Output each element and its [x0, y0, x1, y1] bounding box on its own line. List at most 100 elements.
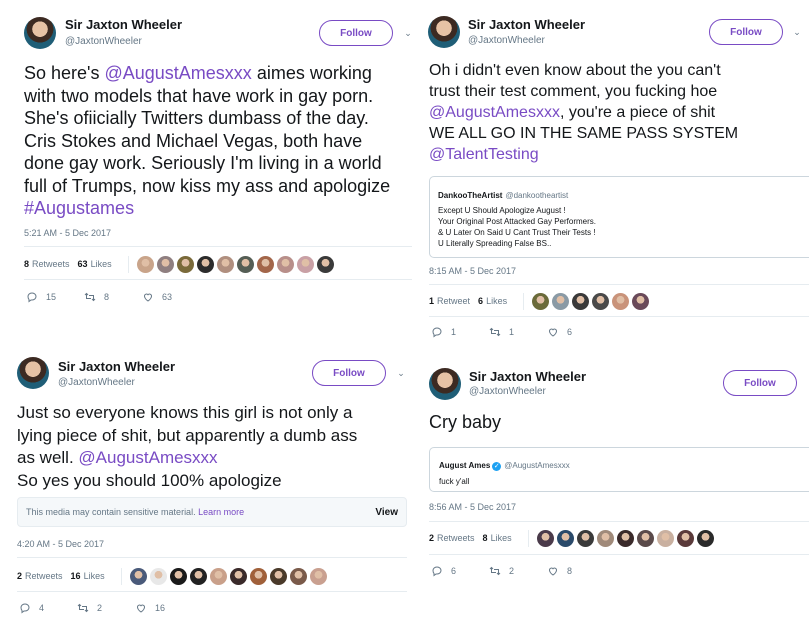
timestamp[interactable]: 5:21 AM - 5 Dec 2017: [24, 228, 111, 238]
like-count[interactable]: 6 Likes: [478, 296, 507, 306]
reply-button[interactable]: 15: [26, 291, 84, 303]
liker-avatar[interactable]: [576, 529, 594, 547]
liker-avatar[interactable]: [616, 529, 634, 547]
liker-avatar[interactable]: [592, 292, 610, 310]
tweet-card: Sir Jaxton Wheeler @JaxtonWheeler Follow…: [0, 346, 415, 617]
retweet-button[interactable]: 2: [489, 565, 547, 577]
liker-avatar[interactable]: [176, 255, 194, 273]
mention-link[interactable]: @AugustAmesxxx: [104, 63, 251, 83]
liker-avatar[interactable]: [632, 292, 650, 310]
liker-avatar[interactable]: [572, 292, 590, 310]
tweet-actions: 6 2 8: [431, 565, 605, 577]
text-segment: Oh i didn't even know about the you can'…: [429, 62, 721, 79]
liker-avatar[interactable]: [309, 567, 327, 585]
follow-button[interactable]: Follow: [312, 360, 386, 386]
liker-avatar[interactable]: [189, 567, 207, 585]
reply-button[interactable]: 1: [431, 326, 489, 338]
avatar[interactable]: [428, 16, 460, 48]
liker-avatar[interactable]: [536, 529, 554, 547]
retweet-button[interactable]: 1: [489, 326, 547, 338]
liker-avatar[interactable]: [289, 567, 307, 585]
text-segment: Cris Stokes and Michael Vegas, both have: [24, 130, 363, 151]
user-name[interactable]: Sir Jaxton Wheeler: [469, 369, 586, 384]
retweet-button[interactable]: 2: [77, 602, 135, 614]
follow-button[interactable]: Follow: [723, 370, 797, 396]
liker-avatar[interactable]: [556, 529, 574, 547]
tweet-text-line: lying piece of shit, but apparently a du…: [17, 425, 357, 448]
liker-avatar[interactable]: [276, 255, 294, 273]
mention-link[interactable]: @AugustAmesxxx: [429, 104, 560, 121]
user-handle[interactable]: @JaxtonWheeler: [58, 377, 135, 388]
like-button[interactable]: 6: [547, 326, 605, 338]
tweet-text: Oh i didn't even know about the you can'…: [429, 60, 738, 165]
like-button[interactable]: 16: [135, 602, 193, 614]
timestamp[interactable]: 8:15 AM - 5 Dec 2017: [429, 266, 516, 276]
liker-avatar[interactable]: [136, 255, 154, 273]
like-count[interactable]: 16 Likes: [71, 571, 105, 581]
liker-avatar[interactable]: [149, 567, 167, 585]
timestamp[interactable]: 4:20 AM - 5 Dec 2017: [17, 539, 104, 549]
user-handle[interactable]: @JaxtonWheeler: [65, 36, 142, 47]
liker-avatar[interactable]: [676, 529, 694, 547]
user-name[interactable]: Sir Jaxton Wheeler: [58, 359, 175, 374]
quoted-tweet[interactable]: August Ames ✓ @AugustAmesxxx fuck y'all: [429, 447, 809, 492]
user-handle[interactable]: @JaxtonWheeler: [469, 386, 546, 397]
liker-avatar[interactable]: [209, 567, 227, 585]
like-count[interactable]: 63 Likes: [78, 259, 112, 269]
user-handle[interactable]: @JaxtonWheeler: [468, 35, 545, 46]
retweet-count[interactable]: 8 Retweets: [24, 259, 70, 269]
liker-avatar[interactable]: [129, 567, 147, 585]
retweet-button[interactable]: 8: [84, 291, 142, 303]
liker-avatar[interactable]: [256, 255, 274, 273]
avatar[interactable]: [17, 357, 49, 389]
liker-avatar[interactable]: [696, 529, 714, 547]
mention-link[interactable]: @AugustAmesxxx: [78, 448, 217, 467]
liker-avatar[interactable]: [156, 255, 174, 273]
mention-link[interactable]: @TalentTesting: [429, 146, 539, 163]
user-name[interactable]: Sir Jaxton Wheeler: [65, 17, 182, 32]
like-button[interactable]: 8: [547, 565, 605, 577]
reply-button[interactable]: 6: [431, 565, 489, 577]
timestamp[interactable]: 8:56 AM - 5 Dec 2017: [429, 502, 516, 512]
liker-avatar[interactable]: [196, 255, 214, 273]
like-count[interactable]: 8 Likes: [483, 533, 512, 543]
liker-avatar[interactable]: [229, 567, 247, 585]
follow-button[interactable]: Follow: [319, 20, 393, 46]
liker-avatar[interactable]: [612, 292, 630, 310]
liker-avatar[interactable]: [636, 529, 654, 547]
liker-avatar[interactable]: [532, 292, 550, 310]
liker-avatar[interactable]: [296, 255, 314, 273]
tweet-text-line: Cry baby: [429, 411, 501, 433]
reply-icon: [19, 602, 31, 614]
liker-avatar[interactable]: [656, 529, 674, 547]
tweet-actions: 1 1 6: [431, 326, 605, 338]
chevron-down-icon[interactable]: ⌄: [403, 28, 413, 38]
retweet-count[interactable]: 2 Retweets: [429, 533, 475, 543]
retweet-count[interactable]: 1 Retweet: [429, 296, 470, 306]
view-button[interactable]: View: [375, 507, 398, 518]
avatar[interactable]: [429, 368, 461, 400]
liker-avatar[interactable]: [169, 567, 187, 585]
liker-avatar[interactable]: [316, 255, 334, 273]
chevron-down-icon[interactable]: ⌄: [396, 368, 406, 378]
user-name[interactable]: Sir Jaxton Wheeler: [468, 17, 585, 32]
like-button[interactable]: 63: [142, 291, 200, 303]
quoted-text-line: Except U Should Apologize August !: [438, 206, 566, 215]
liker-avatar[interactable]: [269, 567, 287, 585]
hashtag-link[interactable]: #Augustames: [24, 198, 134, 218]
liker-avatar[interactable]: [249, 567, 267, 585]
divider: [24, 279, 412, 280]
liker-avatar[interactable]: [216, 255, 234, 273]
avatar[interactable]: [24, 17, 56, 49]
retweet-count[interactable]: 2 Retweets: [17, 571, 63, 581]
quoted-tweet[interactable]: DankooTheArtist @dankootheartist Except U…: [429, 176, 809, 258]
divider: [17, 557, 407, 558]
liker-avatar[interactable]: [552, 292, 570, 310]
follow-button[interactable]: Follow: [709, 19, 783, 45]
liker-avatars: [523, 292, 650, 310]
learn-more-link[interactable]: Learn more: [198, 507, 244, 517]
liker-avatar[interactable]: [596, 529, 614, 547]
reply-button[interactable]: 4: [19, 602, 77, 614]
chevron-down-icon[interactable]: ⌄: [792, 27, 802, 37]
liker-avatar[interactable]: [236, 255, 254, 273]
